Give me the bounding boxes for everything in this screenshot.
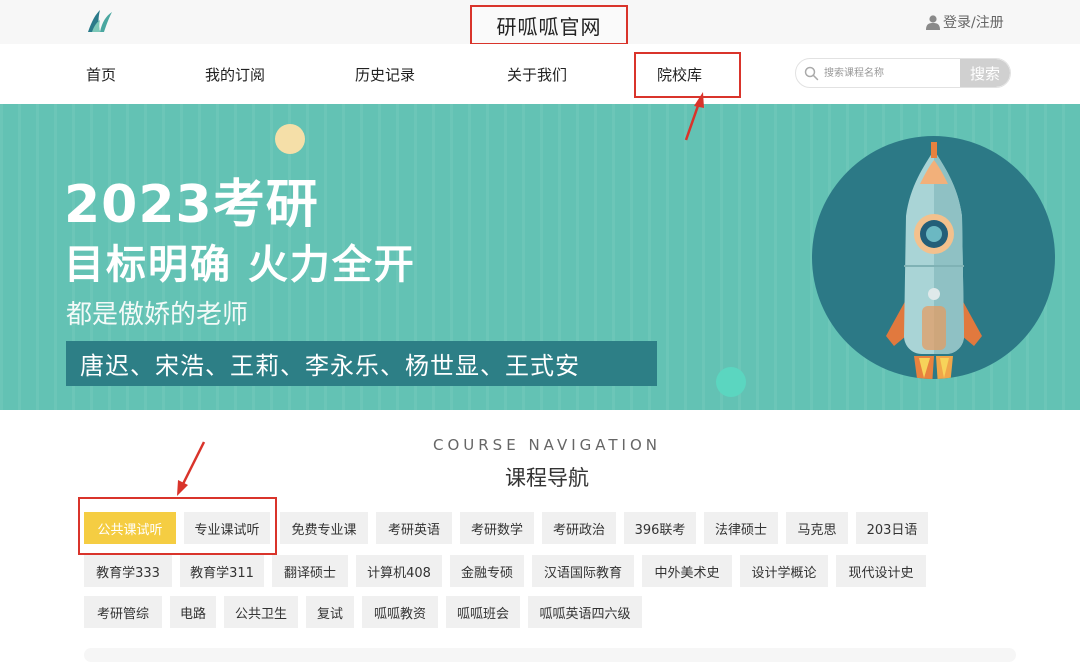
- bottom-strip: [84, 648, 1016, 662]
- tag-circuits[interactable]: 电路: [170, 596, 216, 628]
- tag-japanese-203[interactable]: 203日语: [856, 512, 928, 544]
- nav-item-history[interactable]: 历史记录: [355, 64, 415, 85]
- teachers-bar: 唐迟、宋浩、王莉、李永乐、杨世显、王式安: [66, 341, 657, 386]
- site-title-highlight: 研呱呱官网: [470, 5, 628, 45]
- teachers-list: 唐迟、宋浩、王莉、李永乐、杨世显、王式安: [80, 352, 580, 380]
- search-button[interactable]: 搜索: [960, 59, 1010, 87]
- nav-item-about[interactable]: 关于我们: [507, 64, 567, 85]
- banner-sun-decoration: [275, 124, 305, 154]
- tag-computer-408[interactable]: 计算机408: [356, 555, 442, 587]
- nav-item-subscriptions[interactable]: 我的订阅: [205, 64, 265, 85]
- login-register-link[interactable]: 登录/注册: [926, 12, 1004, 32]
- school-library-highlight: [634, 52, 741, 98]
- tag-education-333[interactable]: 教育学333: [84, 555, 172, 587]
- rocket-illustration: [886, 142, 982, 379]
- tag-management[interactable]: 考研管综: [84, 596, 162, 628]
- tag-education-311[interactable]: 教育学311: [180, 555, 264, 587]
- tag-free-major[interactable]: 免费专业课: [280, 512, 368, 544]
- course-navigation-title: 课程导航: [505, 466, 589, 490]
- rocket-circle: [812, 136, 1055, 379]
- tag-modern-design-history[interactable]: 现代设计史: [836, 555, 926, 587]
- search-box: 搜索: [795, 58, 1011, 88]
- trial-tags-highlight: [78, 497, 277, 555]
- hero-banner[interactable]: 2023考研 目标明确 火力全开 都是傲娇的老师 唐迟、宋浩、王莉、李永乐、杨世…: [0, 104, 1080, 410]
- tag-retest[interactable]: 复试: [306, 596, 354, 628]
- tag-finance-master[interactable]: 金融专硕: [450, 555, 524, 587]
- banner-headline: 2023考研: [64, 175, 319, 235]
- tag-guagua-teacher-cert[interactable]: 呱呱教资: [362, 596, 438, 628]
- tag-translation-master[interactable]: 翻译硕士: [272, 555, 348, 587]
- search-icon: [804, 66, 819, 81]
- banner-dot-decoration: [716, 367, 746, 397]
- tag-396[interactable]: 396联考: [624, 512, 696, 544]
- login-register-label: 登录/注册: [943, 15, 1004, 31]
- banner-subtitle: 都是傲娇的老师: [66, 300, 249, 330]
- tag-marxism[interactable]: 马克思: [786, 512, 848, 544]
- logo-icon[interactable]: [84, 6, 116, 36]
- site-title: 研呱呱官网: [496, 14, 602, 39]
- tag-guagua-class-meeting[interactable]: 呱呱班会: [446, 596, 520, 628]
- tag-math[interactable]: 考研数学: [460, 512, 534, 544]
- nav-item-home[interactable]: 首页: [86, 64, 116, 85]
- top-bar: 研呱呱官网 登录/注册: [0, 0, 1080, 45]
- banner-slogan: 目标明确 火力全开: [64, 242, 416, 288]
- tag-english[interactable]: 考研英语: [376, 512, 452, 544]
- course-navigation-title-en: COURSE NAVIGATION: [433, 436, 661, 454]
- tag-politics[interactable]: 考研政治: [542, 512, 616, 544]
- tag-design-intro[interactable]: 设计学概论: [740, 555, 828, 587]
- user-icon: [926, 14, 940, 30]
- tag-law-master[interactable]: 法律硕士: [704, 512, 778, 544]
- tag-guagua-cet[interactable]: 呱呱英语四六级: [528, 596, 642, 628]
- tag-art-history[interactable]: 中外美术史: [642, 555, 732, 587]
- tag-public-health[interactable]: 公共卫生: [224, 596, 298, 628]
- tag-chinese-international[interactable]: 汉语国际教育: [532, 555, 634, 587]
- search-input[interactable]: [824, 59, 956, 87]
